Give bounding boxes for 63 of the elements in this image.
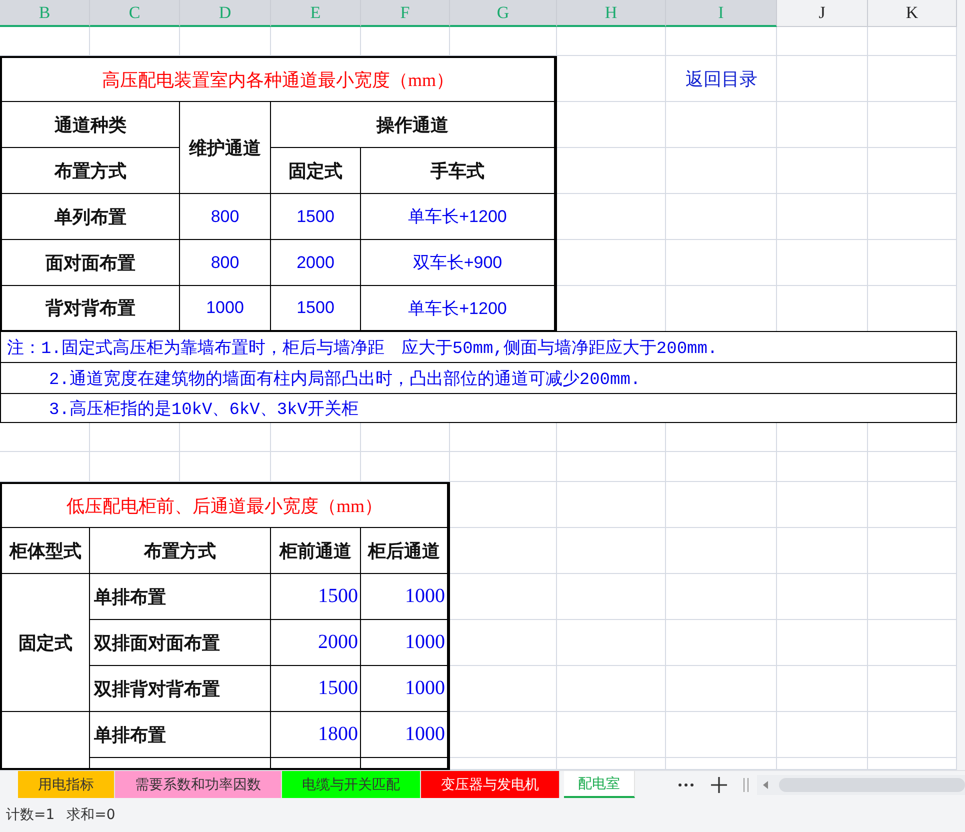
sheet-tab[interactable]: 需要系数和功率因数 (115, 771, 282, 798)
header-cell: 布置方式 (2, 148, 180, 194)
sheet-tab[interactable]: 用电指标 (18, 771, 115, 798)
header-cell: 维护通道 (180, 102, 271, 194)
note-text: 3.高压柜指的是10kV、6kV、3kV开关柜 (0, 393, 957, 423)
table-cell: 双排背对背布置 (90, 666, 271, 712)
sheet-tab[interactable]: 电缆与开关匹配 (282, 771, 421, 798)
table-cell: 固定式 (2, 574, 90, 712)
table-cell: 单车长+1200 (361, 194, 555, 240)
table-cell: 面对面布置 (2, 240, 180, 286)
table-cell: 背对背布置 (2, 286, 180, 331)
header-cell: 柜体型式 (2, 528, 90, 574)
table-cell: 1500 (271, 286, 361, 331)
sheet-tab[interactable]: 变压器与发电机 (421, 771, 560, 798)
add-icon[interactable] (711, 776, 727, 792)
sheet-tab[interactable]: 配电室 (564, 771, 635, 798)
table-cell: 1800 (271, 712, 361, 758)
table-cell: 1500 (271, 666, 361, 712)
table-cell: 1500 (271, 194, 361, 240)
column-header[interactable]: B (0, 0, 90, 27)
header-cell: 柜后通道 (361, 528, 448, 574)
header-cell: 布置方式 (90, 528, 271, 574)
table-cell: 1500 (271, 574, 361, 620)
status-text: 求和=0 (66, 806, 116, 824)
table-cell: 800 (180, 194, 271, 240)
table-cell: 1000 (180, 286, 271, 331)
note-text: 注：1.固定式高压柜为靠墙布置时，柜后与墙净距 应大于50mm,侧面与墙净距应大于200mm. (0, 331, 957, 363)
table-cell: 800 (180, 240, 271, 286)
table-cell: 2000 (271, 240, 361, 286)
column-header[interactable]: F (361, 0, 450, 27)
column-header[interactable]: G (450, 0, 557, 27)
table-title: 低压配电柜前、后通道最小宽度（mm） (2, 484, 448, 528)
table-cell: 双排面对面布置 (90, 620, 271, 666)
column-header[interactable]: D (180, 0, 271, 27)
column-header[interactable]: J (777, 0, 868, 27)
header-cell: 通道种类 (2, 102, 180, 148)
header-cell: 柜前通道 (271, 528, 361, 574)
horizontal-scrollbar[interactable] (757, 774, 965, 794)
header-cell: 手车式 (361, 148, 555, 194)
more-icon[interactable] (677, 782, 695, 788)
column-header[interactable]: H (557, 0, 666, 27)
left-arrow-icon[interactable] (763, 780, 769, 788)
back-link[interactable]: 返回目录 (686, 67, 758, 91)
column-header[interactable]: K (868, 0, 957, 27)
table-cell: 单排布置 (90, 712, 271, 758)
table-cell: 单排布置 (90, 574, 271, 620)
table-title: 高压配电装置室内各种通道最小宽度（mm） (2, 58, 555, 102)
note-text: 2.通道宽度在建筑物的墙面有柱内局部凸出时，凸出部位的通道可减少200mm. (0, 362, 957, 394)
table-cell: 1000 (361, 620, 448, 666)
splitter-handle[interactable] (743, 778, 749, 792)
table-cell: 2000 (271, 620, 361, 666)
table-cell: 1000 (361, 666, 448, 712)
table-cell: 1000 (361, 712, 448, 758)
column-header[interactable]: E (271, 0, 361, 27)
header-cell: 操作通道 (271, 102, 555, 148)
column-header[interactable]: I (666, 0, 777, 27)
status-text: 计数=1 (6, 806, 55, 824)
column-header[interactable]: C (90, 0, 180, 27)
table-cell: 单列布置 (2, 194, 180, 240)
table-cell: 单车长+1200 (361, 286, 555, 331)
table-cell: 1000 (361, 574, 448, 620)
table-cell: 双车长+900 (361, 240, 555, 286)
header-cell: 固定式 (271, 148, 361, 194)
